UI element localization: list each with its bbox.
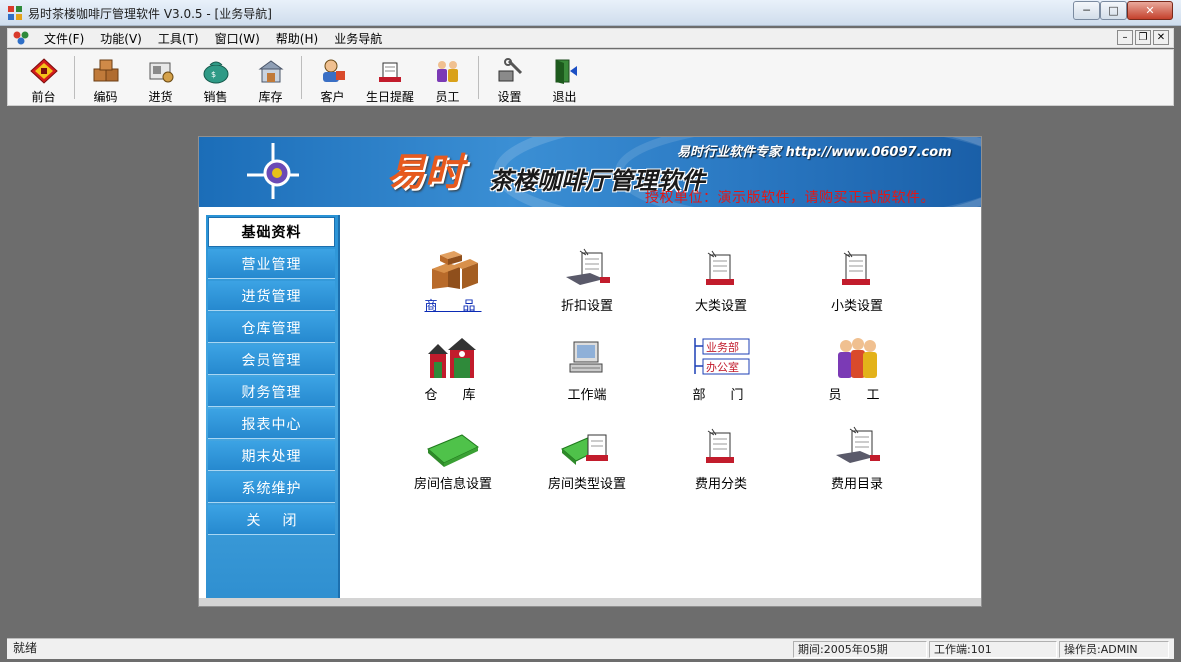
toolbar-birthday-button[interactable]: 生日提醒 bbox=[360, 50, 420, 105]
tile-employees[interactable]: 员 工 bbox=[802, 330, 912, 410]
toolbar-sales-button[interactable]: $ 销售 bbox=[188, 50, 243, 105]
category-document-icon bbox=[693, 241, 749, 291]
discount-document-icon bbox=[559, 241, 615, 291]
warehouse-buildings-icon bbox=[425, 330, 481, 380]
sidebar-item-period-end[interactable]: 期末处理 bbox=[208, 441, 335, 471]
dept-label-business: 业务部 bbox=[706, 340, 739, 354]
vendor-slogan: 易时行业软件专家 http://www.06097.com bbox=[677, 145, 952, 160]
sidebar-item-system[interactable]: 系统维护 bbox=[208, 473, 335, 503]
business-navigation-panel: 易时 茶楼咖啡厅管理软件 易时行业软件专家 http://www.06097.c… bbox=[198, 136, 982, 607]
menu-file[interactable]: 文件(F) bbox=[36, 30, 92, 47]
status-ready-text: 就绪 bbox=[13, 641, 38, 655]
customer-icon bbox=[318, 56, 348, 85]
menu-window[interactable]: 窗口(W) bbox=[207, 30, 268, 47]
mdi-restore-button[interactable]: ❐ bbox=[1135, 30, 1151, 45]
function-tile-grid: 商 品 折扣设置 大类设置 小类设置 仓 库 工作端 业务部 办公室 部 门 员… bbox=[342, 215, 980, 601]
license-notice: 授权单位：演示版软件，请购买正式版软件。 bbox=[645, 190, 935, 206]
tile-discount-settings[interactable]: 折扣设置 bbox=[532, 241, 642, 321]
exit-door-icon bbox=[550, 56, 580, 85]
menu-help[interactable]: 帮助(H) bbox=[268, 30, 326, 47]
tile-warehouse[interactable]: 仓 库 bbox=[398, 330, 508, 410]
toolbar-employee-button[interactable]: 员工 bbox=[420, 50, 475, 105]
tile-room-info-settings[interactable]: 房间信息设置 bbox=[398, 419, 508, 499]
tile-expense-category[interactable]: 费用分类 bbox=[666, 419, 776, 499]
menu-tools[interactable]: 工具(T) bbox=[150, 30, 207, 47]
sidebar-item-members[interactable]: 会员管理 bbox=[208, 345, 335, 375]
status-bar: 就绪 期间:2005年05期 工作端:101 操作员:ADMIN bbox=[7, 638, 1174, 659]
navigation-content: 基础资料 营业管理 进货管理 仓库管理 会员管理 财务管理 报表中心 期末处理 … bbox=[199, 207, 981, 601]
employees-icon bbox=[433, 56, 463, 85]
toolbar-frontdesk-button[interactable]: 前台 bbox=[16, 50, 71, 105]
boxes-icon bbox=[91, 56, 121, 85]
sidebar-item-reports[interactable]: 报表中心 bbox=[208, 409, 335, 439]
boxes-icon bbox=[425, 241, 481, 291]
sidebar-item-basic-data[interactable]: 基础资料 bbox=[208, 217, 335, 247]
purchase-icon bbox=[146, 56, 176, 85]
toolbar-separator bbox=[301, 56, 302, 99]
menu-bar: 文件(F) 功能(V) 工具(T) 窗口(W) 帮助(H) 业务导航 – ❐ ✕ bbox=[7, 28, 1174, 48]
birthday-reminder-icon bbox=[375, 56, 405, 85]
dept-label-office: 办公室 bbox=[706, 360, 739, 374]
category-sidebar: 基础资料 营业管理 进货管理 仓库管理 会员管理 财务管理 报表中心 期末处理 … bbox=[206, 215, 340, 601]
panel-bottom-border bbox=[199, 598, 981, 606]
toolbar-inventory-button[interactable]: 库存 bbox=[243, 50, 298, 105]
toolbar-exit-button[interactable]: 退出 bbox=[537, 50, 592, 105]
status-period: 期间:2005年05期 bbox=[793, 641, 927, 658]
tile-products[interactable]: 商 品 bbox=[398, 241, 508, 321]
sidebar-item-finance[interactable]: 财务管理 bbox=[208, 377, 335, 407]
status-operator: 操作员:ADMIN bbox=[1059, 641, 1169, 658]
brand-name: 易时 bbox=[387, 149, 464, 194]
mdi-close-button[interactable]: ✕ bbox=[1153, 30, 1169, 45]
toolbar-purchase-button[interactable]: 进货 bbox=[133, 50, 188, 105]
tile-workstation[interactable]: 工作端 bbox=[532, 330, 642, 410]
frontdesk-icon bbox=[29, 56, 59, 85]
department-tree-icon: 业务部 办公室 bbox=[691, 330, 751, 380]
window-title: 易时茶楼咖啡厅管理软件 V3.0.5 - [业务导航] bbox=[28, 7, 272, 21]
menu-business-nav[interactable]: 业务导航 bbox=[326, 30, 390, 47]
expense-catalog-icon bbox=[829, 419, 885, 469]
employees-group-icon bbox=[829, 330, 885, 380]
room-type-icon bbox=[559, 419, 615, 469]
toolbar-separator bbox=[74, 56, 75, 99]
toolbar-settings-button[interactable]: 设置 bbox=[482, 50, 537, 105]
subcategory-document-icon bbox=[829, 241, 885, 291]
mdi-app-icon[interactable] bbox=[12, 30, 30, 46]
logo-crosshair-icon bbox=[247, 143, 299, 199]
green-book-icon bbox=[425, 419, 481, 469]
toolbar: 前台 编码 进货 $ 销售 库存 客户 生日提醒 员工 设置 退出 bbox=[7, 49, 1174, 106]
money-bag-icon: $ bbox=[201, 56, 231, 85]
tile-room-type-settings[interactable]: 房间类型设置 bbox=[532, 419, 642, 499]
settings-tools-icon bbox=[495, 56, 525, 85]
sidebar-item-close[interactable]: 关闭 bbox=[208, 505, 335, 535]
maximize-button[interactable]: □ bbox=[1100, 1, 1127, 20]
svg-text:$: $ bbox=[211, 70, 216, 79]
menu-function[interactable]: 功能(V) bbox=[92, 30, 150, 47]
toolbar-separator bbox=[478, 56, 479, 99]
title-bar: 易时茶楼咖啡厅管理软件 V3.0.5 - [业务导航] ─ □ ✕ bbox=[0, 0, 1181, 26]
tile-major-category[interactable]: 大类设置 bbox=[666, 241, 776, 321]
status-workstation: 工作端:101 bbox=[929, 641, 1057, 658]
sidebar-item-warehouse[interactable]: 仓库管理 bbox=[208, 313, 335, 343]
tile-expense-catalog[interactable]: 费用目录 bbox=[802, 419, 912, 499]
sidebar-item-purchase[interactable]: 进货管理 bbox=[208, 281, 335, 311]
app-icon bbox=[8, 6, 22, 20]
computer-icon bbox=[559, 330, 615, 380]
toolbar-code-button[interactable]: 编码 bbox=[78, 50, 133, 105]
minimize-button[interactable]: ─ bbox=[1073, 1, 1100, 20]
banner: 易时 茶楼咖啡厅管理软件 易时行业软件专家 http://www.06097.c… bbox=[199, 137, 981, 207]
sidebar-item-business[interactable]: 营业管理 bbox=[208, 249, 335, 279]
warehouse-icon bbox=[256, 56, 286, 85]
mdi-minimize-button[interactable]: – bbox=[1117, 30, 1133, 45]
tile-minor-category[interactable]: 小类设置 bbox=[802, 241, 912, 321]
mdi-window-controls: – ❐ ✕ bbox=[1117, 30, 1169, 45]
close-button[interactable]: ✕ bbox=[1127, 1, 1173, 20]
expense-document-icon bbox=[693, 419, 749, 469]
tile-department[interactable]: 业务部 办公室 部 门 bbox=[666, 330, 776, 410]
toolbar-customer-button[interactable]: 客户 bbox=[305, 50, 360, 105]
